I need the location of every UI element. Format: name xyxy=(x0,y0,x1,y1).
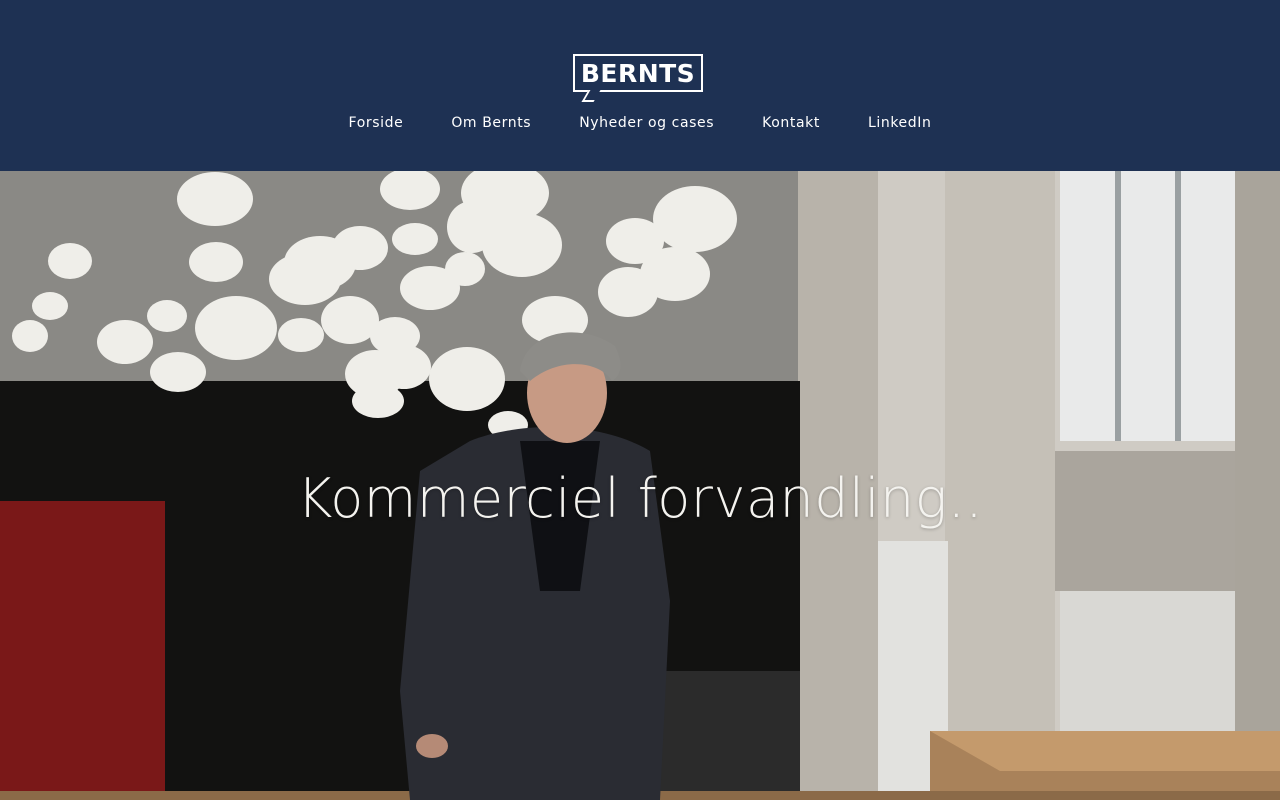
bernts-logo[interactable]: BERNTS xyxy=(573,54,703,92)
main-nav: Forside Om Bernts Nyheder og cases Konta… xyxy=(0,112,1280,136)
nav-item-om-bernts[interactable]: Om Bernts xyxy=(451,112,531,136)
site-header: BERNTS Forside Om Bernts Nyheder og case… xyxy=(0,0,1280,171)
nav-item-nyheder-og-cases[interactable]: Nyheder og cases xyxy=(579,112,714,136)
nav-item-linkedin[interactable]: LinkedIn xyxy=(868,112,931,136)
hero-section: Kommerciel forvandling.. xyxy=(0,171,1280,800)
logo-text: BERNTS xyxy=(580,58,696,88)
nav-item-kontakt[interactable]: Kontakt xyxy=(762,112,820,136)
nav-item-forside[interactable]: Forside xyxy=(349,112,404,136)
hero-title: Kommerciel forvandling.. xyxy=(296,467,984,530)
